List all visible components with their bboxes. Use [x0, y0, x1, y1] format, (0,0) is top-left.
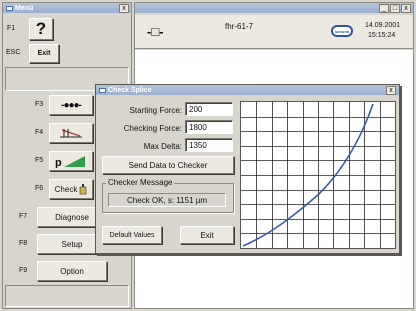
default-values-button[interactable]: Default Values [102, 226, 162, 244]
f8-key-label: F8 [19, 240, 28, 247]
exit-menu-button[interactable]: Exit [29, 44, 59, 63]
checker-message-text: Check OK, s: 1151 µm [108, 193, 226, 207]
pull-test-icon [60, 129, 82, 138]
help-key-label: F1 [7, 25, 16, 32]
dialog-window-icon [99, 87, 106, 93]
option-button[interactable]: Option [37, 261, 107, 281]
force-curve-line [242, 103, 374, 247]
f4-key-label: F4 [35, 129, 44, 136]
checking-force-input[interactable]: 1800 [185, 120, 233, 134]
check-label: Check [54, 184, 78, 194]
time-label: 15:15:24 [368, 32, 396, 39]
splice-button[interactable]: -●●●- [49, 95, 93, 115]
date-label: 14.09.2001 [365, 22, 401, 29]
checker-message-label: Checker Message [106, 178, 175, 187]
menu-title: Menü [15, 4, 34, 12]
dialog-title: Check Splice [108, 86, 152, 94]
force-curve-button[interactable]: p [49, 151, 93, 171]
main-header: -□- fhr-61-7 schunk 14.09.2001 15:15:24 [135, 15, 413, 49]
main-maximize-button[interactable]: □ [390, 4, 400, 13]
main-minimize-button[interactable]: _ [379, 4, 389, 13]
help-button[interactable]: ? [29, 18, 53, 40]
max-delta-input[interactable]: 1350 [185, 138, 233, 152]
menu-window-icon [6, 5, 13, 11]
check-splice-dialog: Check Splice x Starting Force: 200 Check… [95, 84, 400, 254]
dialog-exit-button[interactable]: Exit [180, 226, 234, 244]
dialog-close-button[interactable]: x [386, 86, 396, 95]
main-close-button[interactable]: x [401, 4, 411, 13]
menu-titlebar: Menü [3, 3, 131, 13]
connector-icon: -□- [147, 24, 164, 39]
splice-dots-icon: -●●●- [61, 99, 82, 111]
check-button[interactable]: Check [49, 179, 93, 199]
force-ramp-icon: p [55, 156, 85, 168]
pull-test-button[interactable] [49, 123, 93, 143]
force-curve-graph [240, 101, 396, 249]
svg-text:p: p [55, 157, 62, 168]
menu-status-panel [5, 285, 129, 307]
f3-key-label: F3 [35, 101, 44, 108]
device-id: fhr-61-7 [225, 22, 254, 31]
help-icon: ? [35, 19, 47, 38]
starting-force-label: Starting Force: [129, 106, 182, 115]
checking-force-label: Checking Force: [123, 124, 182, 133]
f9-key-label: F9 [19, 267, 28, 274]
force-curve-svg [241, 102, 395, 248]
logo-text: schunk [334, 28, 349, 34]
f6-key-label: F6 [35, 185, 44, 192]
f7-key-label: F7 [19, 213, 28, 220]
f5-key-label: F5 [35, 157, 44, 164]
weight-icon [80, 183, 87, 194]
send-data-button[interactable]: Send Data to Checker [102, 156, 234, 174]
max-delta-label: Max Delta: [143, 142, 182, 151]
starting-force-input[interactable]: 200 [185, 102, 233, 116]
main-titlebar [135, 3, 413, 13]
menu-close-button[interactable]: x [119, 4, 129, 13]
esc-key-label: ESC [6, 49, 21, 56]
schunk-logo: schunk [331, 25, 353, 37]
dialog-titlebar: Check Splice [96, 85, 399, 95]
